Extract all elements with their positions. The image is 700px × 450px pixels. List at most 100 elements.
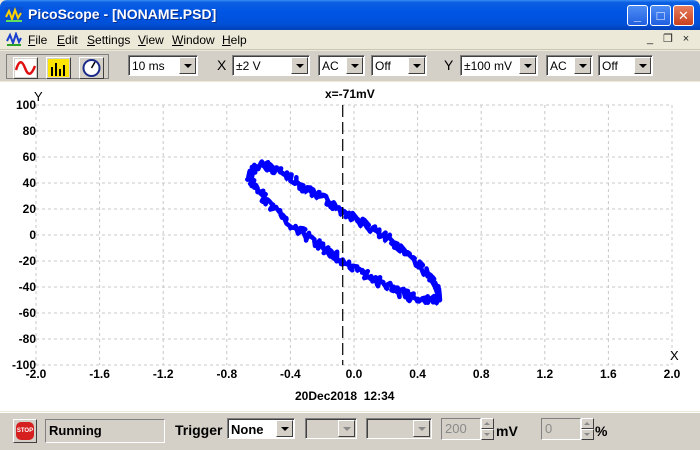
pretrigger-spinner[interactable]	[581, 418, 594, 440]
trigger-level-spinner[interactable]	[481, 418, 494, 440]
trace-point	[359, 220, 364, 224]
trace-point	[344, 261, 349, 266]
chevron-down-icon[interactable]	[291, 57, 308, 74]
x-channel-label: X	[217, 57, 227, 73]
chevron-down-icon[interactable]	[179, 57, 196, 74]
trace-point	[391, 240, 396, 245]
trace-point	[344, 210, 349, 215]
mdi-close-button[interactable]: ×	[679, 32, 693, 46]
trigger-label: Trigger	[175, 422, 223, 438]
chevron-down-icon[interactable]	[276, 420, 293, 437]
menu-edit[interactable]: Edit	[57, 33, 78, 47]
y-tick-label: 40	[23, 176, 37, 190]
spin-up-icon[interactable]	[481, 418, 494, 429]
menu-window[interactable]: Window	[172, 33, 215, 47]
y-tick-label: 80	[23, 124, 37, 138]
trace-point	[423, 269, 428, 274]
chevron-down-icon[interactable]	[574, 57, 591, 74]
trace-point	[296, 227, 301, 232]
y-tick-label: -100	[12, 358, 36, 372]
y-tick-label: -80	[19, 332, 37, 346]
scope-view-button[interactable]	[13, 57, 38, 79]
trace-point	[328, 251, 333, 256]
x-option-select[interactable]: Off	[371, 55, 427, 76]
chevron-down-icon[interactable]	[413, 420, 430, 437]
xy-trace-noise	[246, 162, 441, 307]
document-icon[interactable]	[6, 32, 22, 47]
y-tick-label: -40	[19, 280, 37, 294]
trigger-mode-select[interactable]: None	[227, 418, 295, 439]
trigger-channel-select[interactable]	[305, 418, 357, 439]
timebase-select[interactable]: 10 ms	[128, 55, 198, 76]
trace-point	[280, 170, 285, 175]
y-tick-label: -60	[19, 306, 37, 320]
x-tick-label: -1.6	[89, 367, 110, 381]
trigger-direction-select[interactable]	[366, 418, 432, 439]
menu-help[interactable]: Help	[222, 33, 247, 47]
x-axis-label: X	[670, 348, 679, 363]
trace-point	[423, 298, 428, 302]
trace-point	[375, 279, 380, 284]
chevron-down-icon[interactable]	[634, 57, 651, 74]
trace-point	[359, 270, 364, 275]
stop-button[interactable]: STOP	[13, 419, 37, 443]
trace-point	[296, 181, 301, 185]
trace-point	[375, 230, 380, 235]
trace-point	[280, 214, 285, 219]
x-tick-label: -0.4	[280, 367, 301, 381]
x-tick-label: 1.2	[536, 367, 553, 381]
x-tick-label: 2.0	[664, 367, 681, 381]
trigger-level-unit: mV	[496, 423, 518, 439]
y-channel-label: Y	[444, 57, 454, 73]
window-title: PicoScope - [NONAME.PSD]	[28, 6, 217, 22]
trace-point	[437, 294, 442, 299]
menu-file[interactable]: File	[28, 33, 47, 47]
x-tick-label: -0.8	[216, 367, 237, 381]
y-range-select[interactable]: ±100 mV	[460, 55, 538, 76]
spin-down-icon[interactable]	[581, 429, 594, 440]
x-coupling-select[interactable]: AC	[318, 55, 365, 76]
minimize-button[interactable]: _	[627, 5, 648, 26]
trace-point	[312, 191, 317, 196]
y-tick-label: 20	[23, 202, 37, 216]
meter-view-button[interactable]	[79, 57, 104, 79]
trace-point	[407, 252, 412, 257]
x-tick-label: 0.8	[473, 367, 490, 381]
status-bar: STOP Running Trigger None 200 mV 0 %	[0, 412, 700, 450]
chevron-down-icon[interactable]	[519, 57, 536, 74]
y-option-select[interactable]: Off	[598, 55, 653, 76]
maximize-button[interactable]: □	[650, 5, 671, 26]
xy-plot[interactable]: -2.0 -1.6 -1.2 -0.8 -0.4 0.0 0.4 0.8 1.2 1.6 2.010…	[0, 82, 700, 411]
x-range-select[interactable]: ±2 V	[232, 55, 310, 76]
x-tick-label: 1.6	[600, 367, 617, 381]
chevron-down-icon[interactable]	[338, 420, 355, 437]
y-tick-label: -20	[19, 254, 37, 268]
timestamp: 20Dec2018 12:34	[295, 389, 395, 403]
x-tick-label: -1.2	[153, 367, 174, 381]
trace-point	[247, 173, 252, 178]
trigger-level-input[interactable]: 200	[441, 418, 481, 440]
trace-point	[264, 199, 269, 204]
y-coupling-select[interactable]: AC	[546, 55, 593, 76]
spin-down-icon[interactable]	[481, 429, 494, 440]
spectrum-view-button[interactable]	[46, 57, 71, 79]
trace-point	[434, 285, 439, 289]
x-tick-label: 0.0	[346, 367, 363, 381]
chevron-down-icon[interactable]	[346, 57, 363, 74]
menu-settings[interactable]: Settings	[87, 33, 130, 47]
cursor-readout: x=-71mV	[325, 87, 375, 101]
menu-view[interactable]: View	[138, 33, 164, 47]
view-buttons-group	[6, 54, 109, 79]
scope-view-icon	[14, 59, 37, 77]
xy-plot-area[interactable]: -2.0 -1.6 -1.2 -0.8 -0.4 0.0 0.4 0.8 1.2 1.6 2.0 10…	[0, 82, 700, 411]
trace-point	[253, 184, 258, 189]
pretrigger-input[interactable]: 0	[541, 418, 581, 440]
title-bar[interactable]: PicoScope - [NONAME.PSD] _ □ ✕	[0, 0, 700, 30]
spin-up-icon[interactable]	[581, 418, 594, 429]
mdi-minimize-button[interactable]: _	[643, 32, 657, 46]
picoscope-logo-icon	[5, 7, 23, 23]
chevron-down-icon[interactable]	[408, 57, 425, 74]
mdi-restore-button[interactable]: ❐	[661, 32, 675, 46]
close-button[interactable]: ✕	[673, 5, 694, 26]
trace-point	[407, 294, 412, 299]
